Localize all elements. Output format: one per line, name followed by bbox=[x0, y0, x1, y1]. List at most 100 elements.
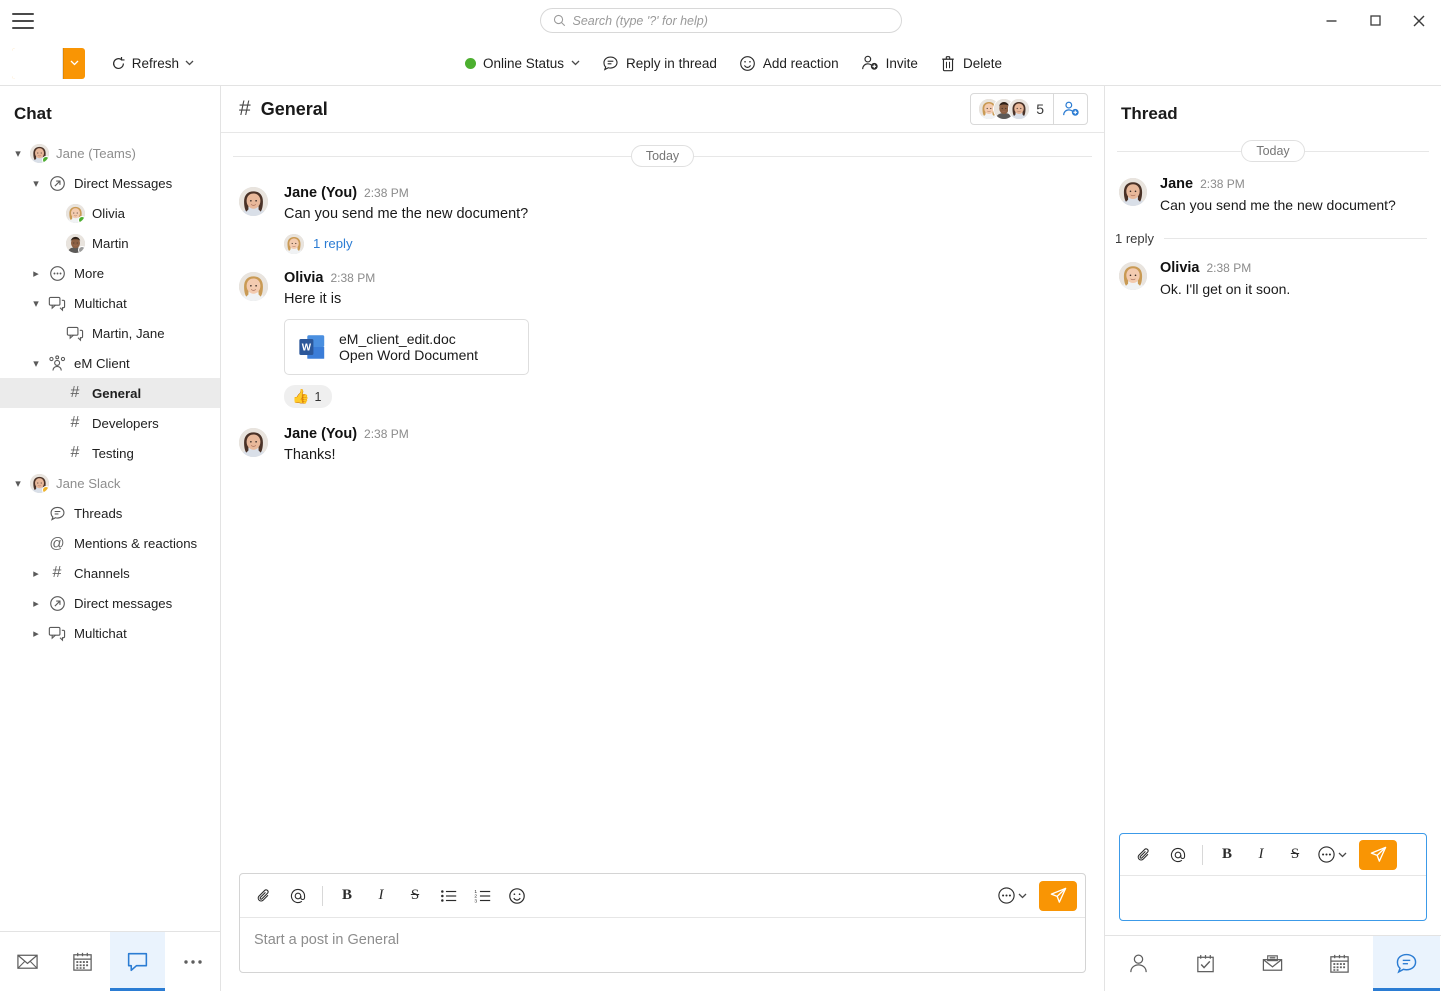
add-member-button[interactable] bbox=[1053, 94, 1087, 124]
sidebar-item-martin-jane[interactable]: Martin, Jane bbox=[0, 318, 220, 348]
message-input[interactable] bbox=[240, 918, 1085, 972]
sidebar-item-direct-messages[interactable]: Direct Messages bbox=[0, 168, 220, 198]
sidebar-item-direct-messages[interactable]: Direct messages bbox=[0, 588, 220, 618]
message-meta: Olivia 2:38 PM bbox=[284, 270, 1086, 286]
message-body: Jane 2:38 PM Can you send me the new doc… bbox=[1160, 176, 1427, 215]
bottom-nav-chat[interactable] bbox=[110, 932, 165, 991]
attach-file-button[interactable] bbox=[248, 880, 280, 912]
delete-button[interactable]: Delete bbox=[930, 47, 1012, 79]
chevron-down-icon[interactable] bbox=[26, 297, 46, 310]
refresh-button[interactable]: Refresh bbox=[103, 48, 202, 79]
bottom-nav-calendar[interactable] bbox=[1306, 936, 1373, 991]
thread-strikethrough-button[interactable]: S bbox=[1279, 839, 1311, 871]
sidebar-item-jane-slack[interactable]: Jane Slack bbox=[0, 468, 220, 498]
invite-button[interactable]: Invite bbox=[851, 47, 928, 79]
refresh-chevron-down-icon[interactable] bbox=[185, 58, 194, 68]
maximize-button[interactable] bbox=[1353, 0, 1397, 41]
sidebar-item-martin[interactable]: Martin bbox=[0, 228, 220, 258]
thread-send-button[interactable] bbox=[1359, 840, 1397, 870]
sidebar-item-olivia[interactable]: Olivia bbox=[0, 198, 220, 228]
thread-message-input[interactable] bbox=[1120, 876, 1426, 920]
chevron-right-icon[interactable] bbox=[26, 567, 46, 580]
sidebar-item-developers[interactable]: #Developers bbox=[0, 408, 220, 438]
bottom-nav-mail[interactable] bbox=[1239, 936, 1306, 991]
chevron-right-icon[interactable] bbox=[26, 627, 46, 640]
sidebar-item-threads[interactable]: Threads bbox=[0, 498, 220, 528]
page-title: General bbox=[261, 99, 328, 120]
emoji-button[interactable] bbox=[501, 880, 533, 912]
direct-messages-icon bbox=[49, 595, 66, 612]
thread-attach-file-button[interactable] bbox=[1128, 839, 1160, 871]
numbered-list-icon: 1 2 3 bbox=[474, 888, 492, 904]
person-icon bbox=[1127, 952, 1150, 975]
message-body: Jane (You) 2:38 PM Thanks! bbox=[284, 426, 1086, 466]
reply-in-thread-button[interactable]: Reply in thread bbox=[592, 47, 727, 79]
chevron-down-icon[interactable] bbox=[26, 357, 46, 370]
hamburger-menu-icon[interactable] bbox=[12, 13, 34, 29]
person-add-icon bbox=[861, 54, 879, 72]
sidebar-item-label: Martin bbox=[92, 236, 129, 251]
thread-composer-more-button[interactable] bbox=[1313, 839, 1351, 871]
numbered-list-button[interactable]: 1 2 3 bbox=[467, 880, 499, 912]
sidebar-item-more[interactable]: More bbox=[0, 258, 220, 288]
sidebar-item-multichat[interactable]: Multichat bbox=[0, 288, 220, 318]
bold-button[interactable]: B bbox=[331, 880, 363, 912]
close-button[interactable] bbox=[1397, 0, 1441, 41]
sidebar-item-jane-teams[interactable]: Jane (Teams) bbox=[0, 138, 220, 168]
bottom-nav-calendar[interactable] bbox=[55, 932, 110, 991]
chevron-down-icon[interactable] bbox=[26, 177, 46, 190]
chevron-down-icon[interactable] bbox=[8, 477, 28, 490]
person-add-icon bbox=[1062, 100, 1080, 118]
online-status-button[interactable]: Online Status bbox=[455, 47, 590, 79]
add-reaction-button[interactable]: Add reaction bbox=[729, 47, 849, 79]
search-box[interactable] bbox=[540, 8, 902, 33]
thread-day-divider: Today bbox=[1105, 132, 1441, 170]
send-button[interactable] bbox=[1039, 881, 1077, 911]
attachment-action: Open Word Document bbox=[339, 347, 478, 363]
attachment-card[interactable]: W eM_client_edit.doc Open Word Document bbox=[284, 319, 529, 375]
reaction-chip[interactable]: 👍 1 bbox=[284, 385, 332, 408]
thread-message-list[interactable]: Today Jane 2:38 PM Can you send me the n… bbox=[1105, 132, 1441, 823]
bottom-nav-mail[interactable] bbox=[0, 932, 55, 991]
new-button[interactable]: + New bbox=[12, 48, 85, 79]
sidebar-item-label: Martin, Jane bbox=[92, 326, 165, 341]
minimize-button[interactable] bbox=[1309, 0, 1353, 41]
multichat-icon bbox=[46, 295, 68, 312]
thread-italic-button[interactable]: I bbox=[1245, 839, 1277, 871]
thread-mention-button[interactable] bbox=[1162, 839, 1194, 871]
sidebar-item-multichat[interactable]: Multichat bbox=[0, 618, 220, 648]
online-status-chevron-down-icon[interactable] bbox=[571, 58, 580, 68]
sidebar-item-testing[interactable]: #Testing bbox=[0, 438, 220, 468]
members-list-button[interactable]: 5 bbox=[971, 94, 1053, 124]
sidebar-item-mentions-reactions[interactable]: @Mentions & reactions bbox=[0, 528, 220, 558]
svg-text:W: W bbox=[302, 342, 312, 353]
search-input[interactable] bbox=[573, 14, 889, 28]
day-divider-label: Today bbox=[631, 145, 694, 167]
sidebar-item-channels[interactable]: #Channels bbox=[0, 558, 220, 588]
sidebar-item-em-client[interactable]: eM Client bbox=[0, 348, 220, 378]
direct-messages-icon bbox=[46, 595, 68, 612]
new-button-main[interactable]: + New bbox=[12, 48, 63, 79]
chevron-right-icon[interactable] bbox=[26, 597, 46, 610]
italic-button[interactable]: I bbox=[365, 880, 397, 912]
new-dropdown-caret-icon[interactable] bbox=[63, 48, 85, 79]
composer-toolbar: B I S 1 bbox=[240, 874, 1085, 918]
sidebar-item-general[interactable]: #General bbox=[0, 378, 220, 408]
thread-reply-link[interactable]: 1 reply bbox=[284, 232, 1086, 254]
strikethrough-button[interactable]: S bbox=[399, 880, 431, 912]
mention-button[interactable] bbox=[282, 880, 314, 912]
bottom-nav-chat[interactable] bbox=[1373, 936, 1440, 991]
chevron-down-icon[interactable] bbox=[8, 147, 28, 160]
thread-bold-button[interactable]: B bbox=[1211, 839, 1243, 871]
message-list[interactable]: Today Jane (You) 2:38 PM Can you send me… bbox=[221, 133, 1104, 861]
bottom-nav-contacts[interactable] bbox=[1105, 936, 1172, 991]
chevron-right-icon[interactable] bbox=[26, 267, 46, 280]
sidebar-item-label: Developers bbox=[92, 416, 159, 431]
bulleted-list-button[interactable] bbox=[433, 880, 465, 912]
bottom-nav-more[interactable] bbox=[165, 932, 220, 991]
message-author: Olivia bbox=[1160, 260, 1200, 276]
app-window: + New Refresh Online Status bbox=[0, 0, 1441, 991]
sidebar-item-label: More bbox=[74, 266, 104, 281]
composer-more-button[interactable] bbox=[993, 880, 1031, 912]
bottom-nav-tasks[interactable] bbox=[1172, 936, 1239, 991]
